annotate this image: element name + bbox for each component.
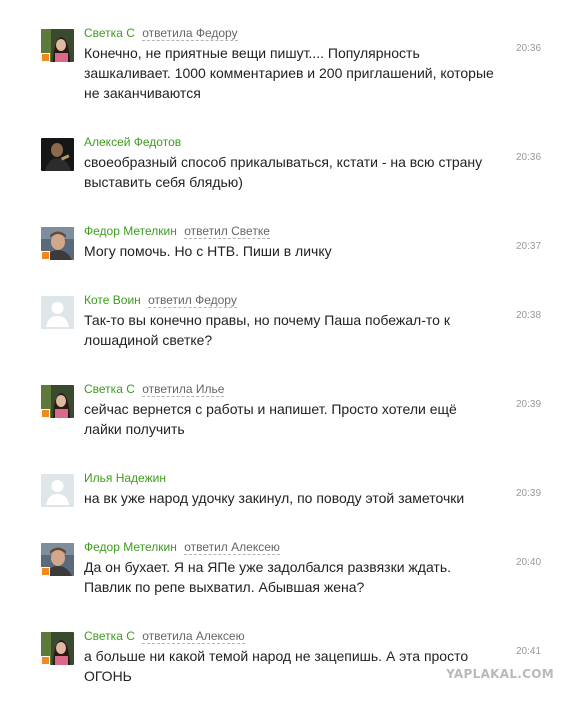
comment-author[interactable]: Светка С xyxy=(84,382,135,396)
reply-to-link[interactable]: ответил Алексею xyxy=(184,540,280,555)
comment-author[interactable]: Илья Надежин xyxy=(84,471,166,485)
comment-text: Могу помочь. Но с НТВ. Пиши в личку xyxy=(84,243,332,259)
online-status-icon xyxy=(41,53,50,62)
avatar[interactable] xyxy=(41,138,74,171)
comment-text: Конечно, не приятные вещи пишут.... Попу… xyxy=(84,45,494,101)
comment-author[interactable]: Светка С xyxy=(84,629,135,643)
comment-text: своеобразный способ прикалываться, кстат… xyxy=(84,154,483,190)
avatar[interactable] xyxy=(41,29,74,62)
comment-time: 20:36 xyxy=(516,152,542,163)
watermark: YAPLAKAL.COM xyxy=(446,667,554,681)
comment-text: Да он бухает. Я на ЯПе уже задолбался ра… xyxy=(84,559,452,595)
avatar[interactable] xyxy=(41,632,74,665)
comment-time: 20:36 xyxy=(516,43,542,54)
default-avatar-icon[interactable] xyxy=(41,474,74,507)
comment-time: 20:39 xyxy=(516,488,542,499)
comment-author[interactable]: Федор Метелкин xyxy=(84,224,177,238)
reply-to-link[interactable]: ответил Федору xyxy=(148,293,237,308)
avatar[interactable] xyxy=(41,385,74,418)
reply-to-link[interactable]: ответила Илье xyxy=(142,382,225,397)
default-avatar-icon[interactable] xyxy=(41,296,74,329)
comment-feed: Светка С ответила Федору Конечно, не при… xyxy=(0,0,580,704)
reply-to-link[interactable]: ответила Федору xyxy=(142,26,238,41)
comment-text: на вк уже народ удочку закинул, по повод… xyxy=(84,490,465,506)
comment-time: 20:39 xyxy=(516,399,542,410)
comment-text: сейчас вернется с работы и напишет. Прос… xyxy=(84,401,457,437)
comment-author[interactable]: Алексей Федотов xyxy=(84,135,181,149)
reply-to-link[interactable]: ответила Алексею xyxy=(142,629,245,644)
comment-text: Так-то вы конечно правы, но почему Паша … xyxy=(84,312,450,348)
online-status-icon xyxy=(41,567,50,576)
comment-author[interactable]: Коте Воин xyxy=(84,293,141,307)
comment-time: 20:37 xyxy=(516,241,542,252)
comment-time: 20:38 xyxy=(516,310,542,321)
comment-text: а больше ни какой темой народ не зацепиш… xyxy=(84,648,469,684)
comment-time: 20:41 xyxy=(516,646,542,657)
comment-author[interactable]: Светка С xyxy=(84,26,135,40)
comment-author[interactable]: Федор Метелкин xyxy=(84,540,177,554)
avatar[interactable] xyxy=(41,543,74,576)
online-status-icon xyxy=(41,656,50,665)
comment-time: 20:40 xyxy=(516,557,542,568)
online-status-icon xyxy=(41,409,50,418)
online-status-icon xyxy=(41,251,50,260)
reply-to-link[interactable]: ответил Светке xyxy=(184,224,270,239)
avatar[interactable] xyxy=(41,227,74,260)
